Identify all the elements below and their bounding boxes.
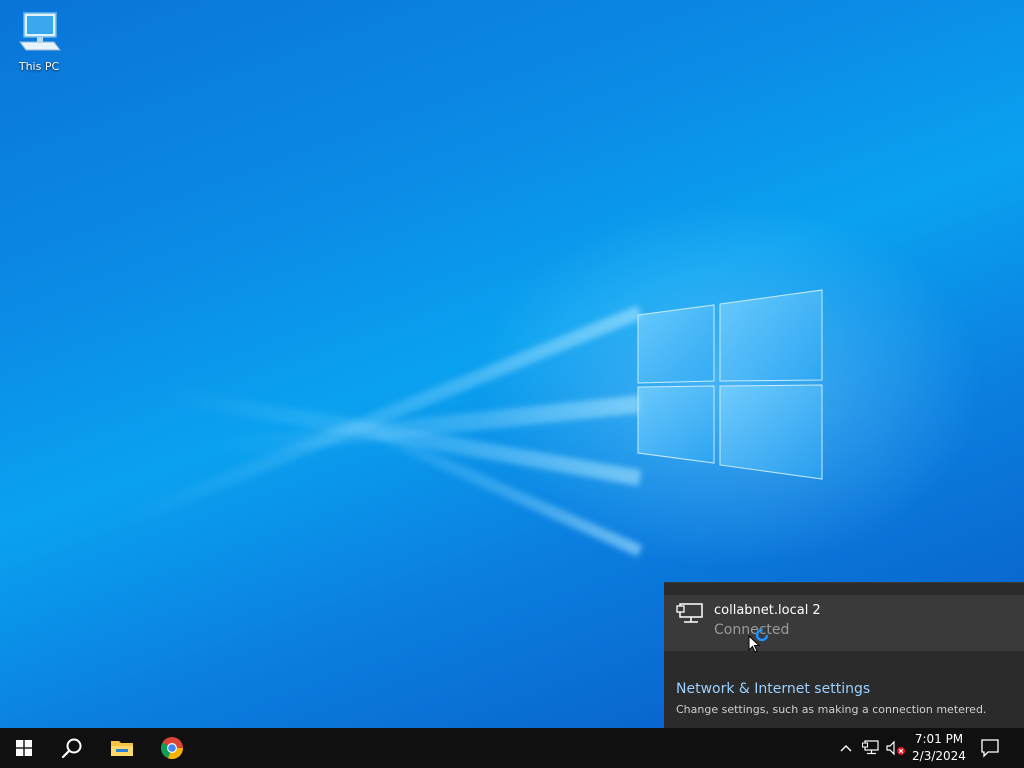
clock-time: 7:01 PM <box>914 732 964 746</box>
windows-logo <box>637 289 823 480</box>
notification-icon[interactable] <box>980 738 1000 758</box>
light-beam <box>165 386 642 486</box>
file-explorer-button[interactable] <box>98 728 146 768</box>
clock-date: 2/3/2024 <box>912 749 966 763</box>
taskbar: 7:01 PM 2/3/2024 <box>0 728 1024 768</box>
computer-icon <box>19 12 61 51</box>
chrome-icon <box>160 737 184 760</box>
start-button[interactable] <box>0 728 48 768</box>
windows-icon <box>16 740 32 756</box>
network-connection-item[interactable]: collabnet.local 2 Connected <box>664 595 1024 653</box>
network-settings-link[interactable]: Network & Internet settings <box>676 681 870 697</box>
chevron-up-icon[interactable] <box>838 740 854 756</box>
volume-muted-icon[interactable] <box>886 740 906 756</box>
ethernet-icon <box>676 603 703 623</box>
mouse-cursor-icon <box>748 635 760 653</box>
network-icon[interactable] <box>862 740 880 756</box>
desktop-icon-label: This PC <box>18 60 60 73</box>
network-flyout: collabnet.local 2 Connected Network & In… <box>664 582 1024 728</box>
folder-icon <box>111 741 133 756</box>
search-button[interactable] <box>48 728 96 768</box>
chrome-button[interactable] <box>148 728 196 768</box>
network-name: collabnet.local 2 <box>714 603 821 618</box>
light-beam <box>221 395 641 457</box>
network-settings-description: Change settings, such as making a connec… <box>676 703 987 716</box>
light-beam <box>326 407 643 557</box>
search-icon <box>61 738 82 759</box>
desktop-icon-this-pc[interactable]: This PC <box>12 10 66 73</box>
clock[interactable]: 7:01 PM 2/3/2024 <box>908 731 970 765</box>
light-beam <box>118 305 643 529</box>
